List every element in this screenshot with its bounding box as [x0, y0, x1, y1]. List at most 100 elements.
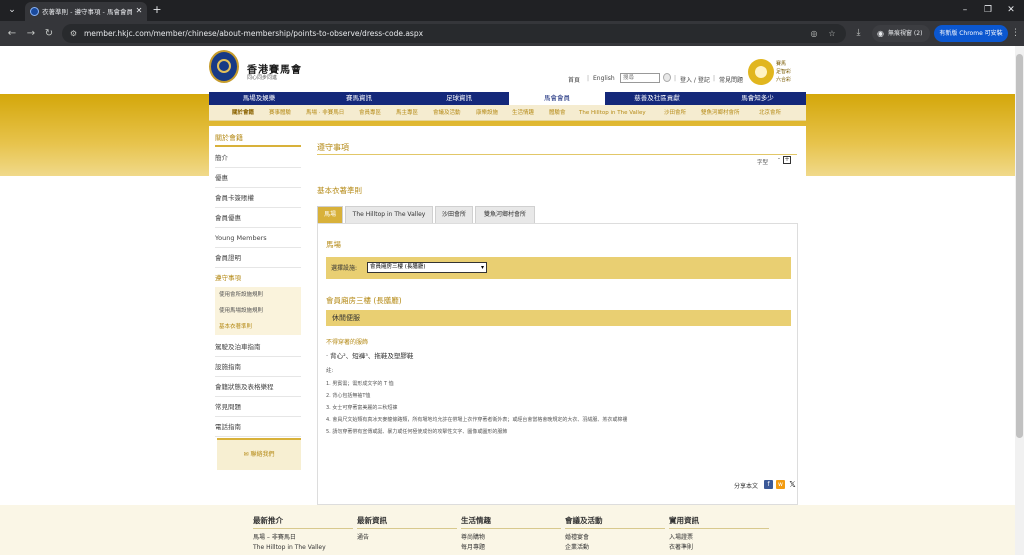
search-input[interactable]: 搜尋 [620, 73, 660, 83]
site-info-icon[interactable]: ⚙ [68, 28, 79, 39]
dress-code-panel: 馬場 選擇設施: 會員廂房三樓 (長膳廳) ▾ 會員廂房三樓 (長膳廳) 休閒便… [317, 223, 798, 505]
main-nav: 馬場及娛樂 賽馬資訊 足球資訊 馬會會員 慈善及社區貢獻 馬會知多少 [209, 92, 806, 105]
main-nav-item[interactable]: 足球資訊 [409, 92, 509, 105]
more-menu-icon[interactable]: ⋮ [1011, 27, 1020, 40]
url-text[interactable]: member.hkjc.com/member/chinese/about-mem… [84, 28, 423, 39]
sub-nav-item[interactable]: 會員專區 [359, 105, 381, 121]
sub-nav-item[interactable]: 馬場 · 非賽馬日 [306, 105, 344, 121]
sub-nav-item-active[interactable]: 關於會籍 [232, 105, 254, 121]
main-nav-item[interactable]: 馬場及娛樂 [209, 92, 309, 105]
download-icon[interactable]: ⤓ [852, 27, 865, 40]
tab-search-icon[interactable]: ⌄ [5, 4, 19, 17]
sidebar-item[interactable]: Young Members [215, 228, 301, 248]
sub-nav-item[interactable]: 生活情趣 [512, 105, 534, 121]
sidebar-item[interactable]: 會籍狀態及表格樂程 [215, 377, 301, 397]
facility-select[interactable]: 會員廂房三樓 (長膳廳) ▾ [367, 262, 487, 273]
sub-nav-item[interactable]: 沙田會所 [664, 105, 686, 121]
facebook-icon[interactable]: f [764, 480, 773, 489]
footer-link[interactable]: 尊尚購物 [461, 533, 561, 543]
footer-link[interactable]: 通告 [357, 533, 457, 543]
page-scrollbar[interactable] [1015, 46, 1024, 555]
venue-tab[interactable]: 沙田會所 [435, 206, 473, 223]
footer-link[interactable]: 入場證票 [669, 533, 769, 543]
sidebar-item[interactable]: 電話指南 [215, 417, 301, 437]
footer-link[interactable]: The Hilltop in The Valley [253, 543, 353, 553]
new-tab-icon[interactable]: + [151, 3, 163, 17]
sidebar-sub-item[interactable]: 使用會所設施規則 [215, 287, 301, 303]
venue-heading: 馬場 [326, 240, 341, 249]
logo-emblem [217, 59, 231, 73]
footer-column: 最新推介 馬場 – 非賽馬日 The Hilltop in The Valley [253, 515, 353, 553]
browser-tab[interactable]: 衣著準則 - 遵守事項 - 馬會會員 ✕ [25, 2, 147, 21]
sub-nav-item[interactable]: 雙魚河鄉村會所 [701, 105, 740, 121]
sidebar-item[interactable]: 會員優惠 [215, 208, 301, 228]
dress-category-bar: 休閒便服 [326, 310, 791, 326]
sidebar-item-active[interactable]: 遵守事項 [215, 268, 301, 288]
footer-column: 實用資訊 入場證票 衣著準則 [669, 515, 769, 553]
font-increase-button[interactable]: + [783, 156, 791, 164]
sidebar-item[interactable]: 簡介 [215, 148, 301, 168]
main-nav-item[interactable]: 慈善及社區貢獻 [605, 92, 709, 105]
sidebar-heading[interactable]: 關於會籍 [215, 132, 301, 147]
sub-nav-item[interactable]: The Hilltop in The Valley [579, 105, 646, 121]
footer-link[interactable]: 衣著準則 [669, 543, 769, 553]
footer-heading: 會議及活動 [565, 515, 665, 529]
address-bar[interactable]: ⚙ member.hkjc.com/member/chinese/about-m… [62, 24, 846, 43]
sidebar-item[interactable]: 常見問題 [215, 397, 301, 417]
util-link-login[interactable]: 登入 / 登記 [680, 75, 710, 84]
sub-nav-item[interactable]: 馬主專區 [396, 105, 418, 121]
scrollbar-thumb[interactable] [1016, 54, 1023, 438]
venue-tab[interactable]: 雙魚河鄉村會所 [475, 206, 535, 223]
util-link-home[interactable]: 首頁 [568, 75, 580, 84]
minimize-icon[interactable]: – [958, 3, 972, 17]
sub-nav-item[interactable]: 賽事體驗 [269, 105, 291, 121]
footer-link[interactable]: 企業活動 [565, 543, 665, 553]
sidebar-item[interactable]: 會員卡簽賬權 [215, 188, 301, 208]
tab-title: 衣著準則 - 遵守事項 - 馬會會員 [42, 8, 132, 16]
sub-nav-item[interactable]: 康樂設施 [476, 105, 498, 121]
footer-link[interactable]: 婚禮宴會 [565, 533, 665, 543]
sidebar-item[interactable]: 會員證明 [215, 248, 301, 268]
incognito-profile-button[interactable]: ◉ 無痕視窗 (2) [872, 25, 930, 42]
facility-select-label: 選擇設施: [331, 265, 358, 272]
util-link-faq[interactable]: 常見問題 [719, 75, 743, 84]
x-icon[interactable]: 𝕏 [788, 480, 797, 489]
incognito-icon: ◉ [877, 29, 884, 38]
sidebar-sub-item[interactable]: 使用馬場設施規則 [215, 303, 301, 319]
footer-column: 最新資訊 通告 [357, 515, 457, 543]
venue-tab[interactable]: The Hilltop in The Valley [345, 206, 433, 223]
main-nav-item[interactable]: 馬會知多少 [709, 92, 806, 105]
sub-nav-item[interactable]: 會議及活動 [433, 105, 461, 121]
footer-link[interactable]: 馬場 – 非賽馬日 [253, 533, 353, 543]
util-divider: | [587, 75, 590, 82]
venue-tab-active[interactable]: 馬場 [317, 206, 343, 223]
window-close-icon[interactable]: ✕ [1004, 3, 1018, 17]
search-icon[interactable] [663, 73, 671, 82]
sub-nav-item[interactable]: 北京會所 [759, 105, 781, 121]
sidebar-sub-item-active[interactable]: 基本衣著準則 [215, 319, 301, 335]
sidebar-item[interactable]: 優惠 [215, 168, 301, 188]
chrome-update-button[interactable]: 有新版 Chrome 可安裝 [934, 25, 1008, 42]
main-nav-item[interactable]: 賽馬資訊 [309, 92, 409, 105]
eye-off-icon[interactable]: ◎ [808, 28, 820, 39]
sidebar-item[interactable]: 設施指南 [215, 357, 301, 377]
back-icon[interactable]: ← [6, 27, 18, 40]
footer-link[interactable]: 每月專題 [461, 543, 561, 553]
hkjc-logo[interactable] [209, 50, 239, 83]
restore-icon[interactable]: ❐ [981, 3, 995, 17]
forward-icon[interactable]: → [25, 27, 37, 40]
weibo-icon[interactable]: w [776, 480, 785, 489]
contact-us-button[interactable]: ✉ 聯絡我們 [217, 438, 301, 470]
util-divider: | [713, 75, 716, 82]
util-link-english[interactable]: English [593, 75, 615, 82]
close-icon[interactable]: ✕ [134, 6, 144, 16]
bookmark-star-icon[interactable]: ☆ [826, 28, 838, 39]
font-decrease-button[interactable]: - [775, 156, 783, 164]
betting-badge-logo[interactable] [748, 59, 774, 85]
note-item: 3. 女士可穿著富美麗的三秋短褲 [326, 405, 398, 411]
main-nav-item-active[interactable]: 馬會會員 [509, 92, 605, 105]
reload-icon[interactable]: ↻ [43, 27, 55, 40]
sub-nav-item[interactable]: 體驗會 [549, 105, 566, 121]
sidebar-item[interactable]: 駕駛及泊車指南 [215, 337, 301, 357]
util-divider: | [674, 75, 677, 82]
